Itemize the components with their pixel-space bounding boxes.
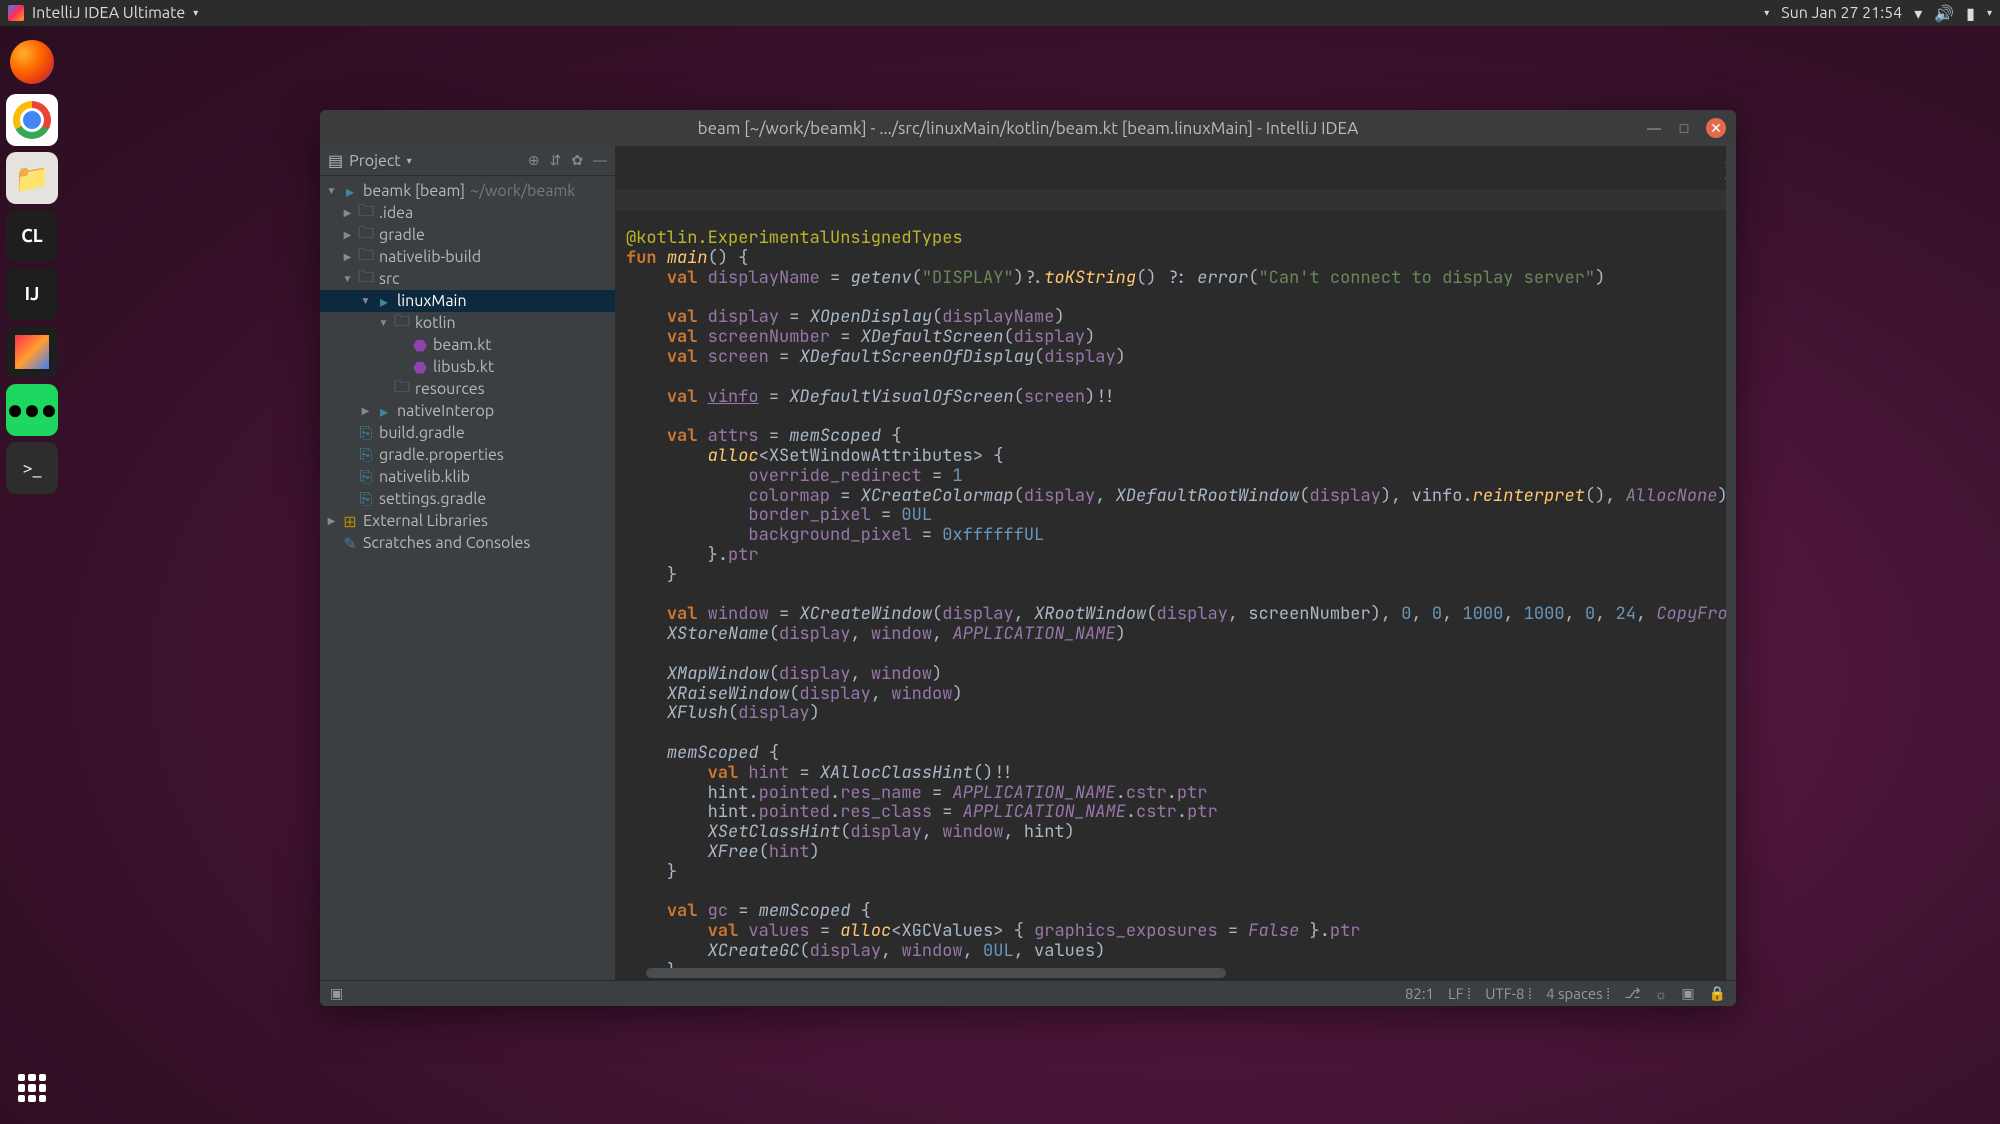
tree-node[interactable]: 🗀resources	[320, 378, 615, 400]
encoding[interactable]: UTF-8 ⁞	[1485, 985, 1532, 1003]
dock-toolbox[interactable]	[6, 326, 58, 378]
mod-icon: ▸	[376, 402, 392, 421]
tree-node[interactable]: ▼🗀src	[320, 268, 615, 290]
dock-chrome[interactable]	[6, 94, 58, 146]
sound-icon[interactable]: 🔊	[1934, 4, 1954, 23]
status-bar: ▣ 82:1 LF ⁞ UTF-8 ⁞ 4 spaces ⁞ ⎇ ☼ ▣ 🔒	[320, 980, 1736, 1006]
tree-node[interactable]: ▼🗀kotlin	[320, 312, 615, 334]
kt-icon: ⬣	[412, 358, 428, 377]
dropdown-icon: ▾	[193, 7, 198, 19]
memory-icon[interactable]: ▣	[1681, 985, 1694, 1002]
dock-terminal[interactable]: >_	[6, 442, 58, 494]
dock-firefox[interactable]	[6, 36, 58, 88]
toolwindow-toggle[interactable]: ▣	[330, 985, 343, 1002]
clock[interactable]: Sun Jan 27 21:54	[1781, 4, 1902, 22]
file-icon: ⎘	[358, 468, 374, 487]
code-editor[interactable]: ⚠— @kotlin.ExperimentalUnsignedTypes fun…	[616, 146, 1736, 980]
cursor-position[interactable]: 82:1	[1405, 985, 1434, 1002]
project-icon: ▤	[328, 151, 343, 170]
system-topbar: IntelliJ IDEA Ultimate ▾ ▾ Sun Jan 27 21…	[0, 0, 2000, 26]
line-separator[interactable]: LF ⁞	[1448, 985, 1471, 1003]
scratch-icon: ✎	[342, 534, 358, 553]
tree-node[interactable]: ⎘build.gradle	[320, 422, 615, 444]
project-tool-window: ▤ Project ▾ ⊕ ⇵ ✿ — ▼▸beamk [beam] ~/wor…	[320, 146, 616, 980]
dock-spotify[interactable]: ●●●	[6, 384, 58, 436]
tree-node[interactable]: ⎘gradle.properties	[320, 444, 615, 466]
ide-window: beam [~/work/beamk] - .../src/linuxMain/…	[320, 110, 1736, 1006]
ide-titlebar[interactable]: beam [~/work/beamk] - .../src/linuxMain/…	[320, 110, 1736, 146]
tree-node[interactable]: ⎘nativelib.klib	[320, 466, 615, 488]
show-apps-button[interactable]	[18, 1074, 46, 1102]
mod-icon: ▸	[342, 182, 358, 201]
minimize-button[interactable]: —	[1646, 120, 1662, 136]
tree-node[interactable]: ✎Scratches and Consoles	[320, 532, 615, 554]
inspect-icon[interactable]: ☼	[1654, 986, 1667, 1002]
folder-icon: 🗀	[394, 310, 410, 337]
lib-icon: ⊞	[342, 512, 358, 531]
lock-icon[interactable]: 🔒	[1709, 985, 1726, 1002]
mod-icon: ▸	[376, 292, 392, 311]
tree-node[interactable]: ⬣libusb.kt	[320, 356, 615, 378]
dropdown-icon: ▾	[407, 155, 412, 167]
tree-node[interactable]: ⎘settings.gradle	[320, 488, 615, 510]
folder-icon: 🗀	[394, 376, 410, 403]
wifi-icon[interactable]: ▾	[1914, 4, 1922, 23]
dock-idea[interactable]: IJ	[6, 268, 58, 320]
battery-icon[interactable]: ▮	[1966, 4, 1975, 23]
app-menu[interactable]: IntelliJ IDEA Ultimate	[32, 4, 185, 22]
locate-icon[interactable]: ⊕	[528, 152, 540, 169]
git-icon[interactable]: ⎇	[1624, 985, 1640, 1002]
file-icon: ⎘	[358, 446, 374, 465]
hide-icon[interactable]: —	[593, 152, 607, 169]
dock-clion[interactable]: CL	[6, 210, 58, 262]
tree-node[interactable]: ⬣beam.kt	[320, 334, 615, 356]
indicator-caret[interactable]: ▾	[1764, 7, 1769, 19]
ide-title-text: beam [~/work/beamk] - .../src/linuxMain/…	[698, 119, 1359, 138]
collapse-icon[interactable]: ⇵	[550, 152, 562, 169]
dock-files[interactable]: 📁	[6, 152, 58, 204]
indent[interactable]: 4 spaces ⁞	[1546, 985, 1610, 1003]
file-icon: ⎘	[358, 490, 374, 509]
kt-icon: ⬣	[412, 336, 428, 355]
close-button[interactable]: ✕	[1706, 118, 1726, 138]
folder-icon: 🗀	[358, 266, 374, 293]
tree-node[interactable]: ▶⊞External Libraries	[320, 510, 615, 532]
project-tree[interactable]: ▼▸beamk [beam] ~/work/beamk▶🗀.idea▶🗀grad…	[320, 176, 615, 980]
system-caret-icon[interactable]: ▾	[1987, 7, 1992, 19]
tree-node[interactable]: ▼▸linuxMain	[320, 290, 615, 312]
settings-icon[interactable]: ✿	[571, 152, 583, 169]
intellij-icon	[8, 5, 24, 21]
horizontal-scrollbar[interactable]	[646, 968, 1226, 978]
project-view-selector[interactable]: ▤ Project ▾	[328, 151, 412, 170]
tree-node[interactable]: ▶▸nativeInterop	[320, 400, 615, 422]
ubuntu-dock: 📁 CL IJ ●●● >_	[6, 36, 66, 494]
maximize-button[interactable]: □	[1676, 120, 1692, 136]
file-icon: ⎘	[358, 424, 374, 443]
